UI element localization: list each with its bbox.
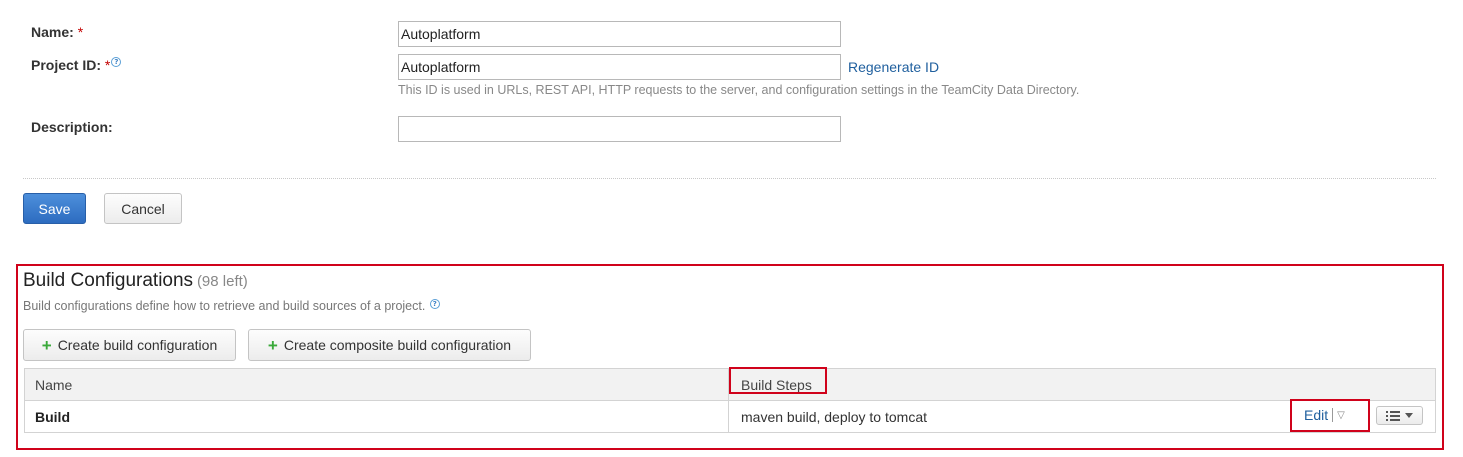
create-build-configuration-button[interactable]: + Create build configuration bbox=[23, 329, 236, 361]
help-icon[interactable]: ? bbox=[111, 57, 122, 67]
section-count: (98 left) bbox=[196, 273, 248, 290]
build-configurations-heading: Build Configurations (98 left) bbox=[23, 270, 248, 292]
project-id-required-mark: * bbox=[104, 57, 111, 73]
cancel-button-label: Cancel bbox=[121, 200, 165, 217]
name-input[interactable]: Autoplatform bbox=[398, 21, 841, 47]
chevron-down-icon bbox=[1405, 413, 1413, 418]
row-actions-menu-button[interactable] bbox=[1376, 406, 1423, 425]
name-label: Name: * bbox=[31, 24, 83, 40]
project-id-label-text: Project ID: bbox=[31, 57, 102, 73]
create-composite-build-configuration-button[interactable]: + Create composite build configuration bbox=[248, 329, 531, 361]
project-id-hint: This ID is used in URLs, REST API, HTTP … bbox=[398, 83, 1080, 97]
save-button-label: Save bbox=[38, 200, 71, 217]
edit-separator bbox=[1332, 408, 1334, 422]
form-divider bbox=[23, 178, 1436, 179]
build-steps-cell: maven build, deploy to tomcat bbox=[741, 409, 927, 425]
name-input-value: Autoplatform bbox=[401, 26, 481, 42]
section-title: Build Configurations bbox=[23, 270, 194, 291]
project-id-label: Project ID: *? bbox=[31, 57, 122, 73]
section-description-text: Build configurations define how to retri… bbox=[23, 299, 426, 313]
triangle-down-icon[interactable]: ▽ bbox=[1337, 410, 1345, 421]
create-composite-build-configuration-label: Create composite build configuration bbox=[283, 337, 512, 353]
project-id-input[interactable]: Autoplatform bbox=[398, 54, 841, 80]
regenerate-id-link[interactable]: Regenerate ID bbox=[848, 59, 939, 75]
table-row[interactable]: Build maven build, deploy to tomcat bbox=[25, 401, 1435, 432]
build-name-link[interactable]: Build bbox=[35, 409, 70, 425]
section-description: Build configurations define how to retri… bbox=[23, 299, 440, 313]
edit-action[interactable]: Edit ▽ bbox=[1304, 407, 1345, 423]
edit-link[interactable]: Edit bbox=[1304, 407, 1328, 423]
cancel-button[interactable]: Cancel bbox=[104, 193, 182, 224]
project-id-input-value: Autoplatform bbox=[401, 59, 481, 75]
name-required-mark: * bbox=[77, 24, 84, 40]
column-header-name[interactable]: Name bbox=[35, 377, 72, 393]
name-label-text: Name: bbox=[31, 24, 74, 40]
create-build-configuration-label: Create build configuration bbox=[57, 337, 218, 353]
description-input[interactable] bbox=[398, 116, 841, 142]
save-button[interactable]: Save bbox=[23, 193, 86, 224]
help-icon[interactable]: ? bbox=[429, 299, 440, 309]
plus-icon: + bbox=[41, 335, 52, 355]
build-steps-highlight bbox=[729, 367, 827, 394]
plus-icon: + bbox=[267, 335, 278, 355]
description-label: Description: bbox=[31, 119, 113, 135]
list-menu-icon bbox=[1386, 410, 1400, 421]
